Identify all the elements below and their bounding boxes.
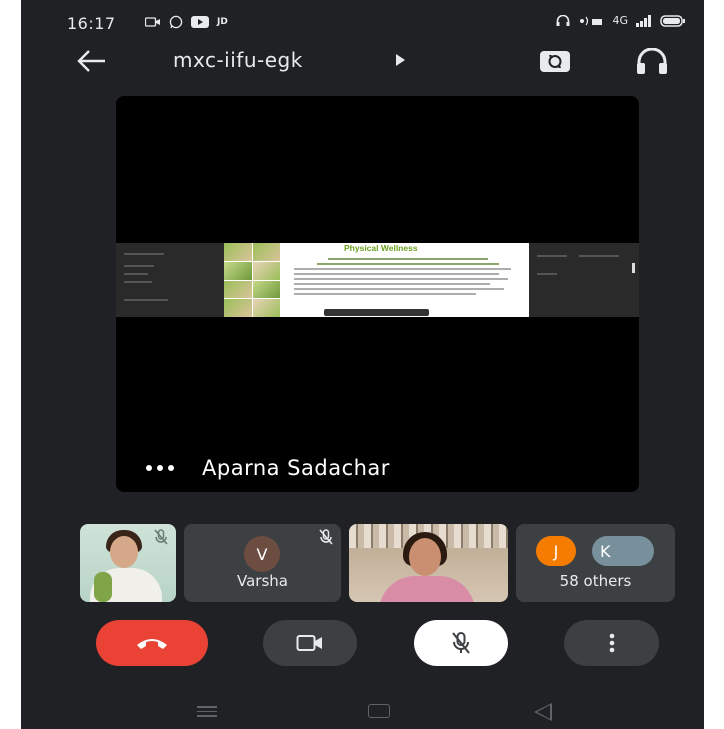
mic-toggle-button[interactable] [414, 620, 508, 666]
more-options-button[interactable] [564, 620, 659, 666]
system-nav-bar [21, 693, 704, 729]
mic-muted-icon [319, 529, 333, 545]
meet-call-screen: 16:17 JD 4G mxc-iifu-egk Physical Wellne… [21, 0, 704, 729]
participant-tile-others[interactable]: K J 58 others [516, 524, 675, 602]
call-header: mxc-iifu-egk [21, 42, 704, 82]
whatsapp-icon [169, 15, 183, 29]
slide-title: Physical Wellness [344, 243, 418, 253]
switch-camera-icon[interactable] [538, 46, 572, 76]
end-call-icon [137, 639, 167, 649]
participant-name: Varsha [237, 572, 288, 590]
slide-body-text [294, 255, 522, 298]
meeting-code[interactable]: mxc-iifu-egk [173, 48, 303, 72]
status-time: 16:17 [67, 14, 116, 33]
presenter-name-row: Aparna Sadachar [146, 456, 390, 480]
nav-back-icon[interactable] [534, 703, 552, 721]
home-icon[interactable] [368, 704, 390, 718]
screen-share-content: Physical Wellness [116, 243, 639, 317]
participant-strip: V Varsha K J 58 others [21, 524, 704, 602]
camera-notification-icon [145, 17, 160, 27]
participant-tile-3[interactable] [349, 524, 508, 602]
presenter-tile[interactable]: Physical Wellness Aparna Sadachar [116, 96, 639, 492]
status-bar: 16:17 JD 4G [21, 0, 704, 40]
others-count-label: 58 others [559, 572, 632, 590]
mic-muted-icon [154, 529, 168, 545]
avatar: V [244, 536, 280, 572]
participant-tile-1[interactable] [80, 524, 176, 602]
mic-off-icon [452, 632, 470, 654]
meeting-details-arrow-icon[interactable] [396, 54, 405, 66]
shared-app-panel [529, 243, 639, 317]
more-horizontal-icon[interactable] [146, 465, 174, 471]
battery-icon [660, 14, 685, 27]
avatar: K [592, 536, 654, 566]
presenter-name: Aparna Sadachar [202, 456, 390, 480]
headphones-icon[interactable] [635, 48, 669, 76]
network-type: 4G [612, 14, 628, 27]
headset-status-icon [556, 14, 570, 26]
call-controls [21, 620, 704, 666]
youtube-icon [191, 16, 209, 28]
status-system-icons: 4G [556, 14, 686, 27]
camera-icon [296, 635, 322, 651]
participant-tile-varsha[interactable]: V Varsha [184, 524, 341, 602]
slide-toolbar [324, 309, 429, 316]
end-call-button[interactable] [96, 620, 208, 666]
more-options-icon [609, 633, 614, 653]
presentation-slide: Physical Wellness [224, 243, 529, 317]
camera-toggle-button[interactable] [263, 620, 357, 666]
shared-app-sidebar [116, 243, 224, 317]
recent-apps-icon[interactable] [197, 706, 217, 717]
back-arrow-icon[interactable] [75, 48, 107, 74]
carrier-text: JD [217, 17, 228, 27]
signal-icon [636, 14, 651, 27]
avatar: J [536, 536, 576, 566]
hotspot-icon [580, 16, 603, 25]
slide-photo-collage [224, 243, 280, 317]
status-notification-icons: JD [145, 15, 228, 29]
